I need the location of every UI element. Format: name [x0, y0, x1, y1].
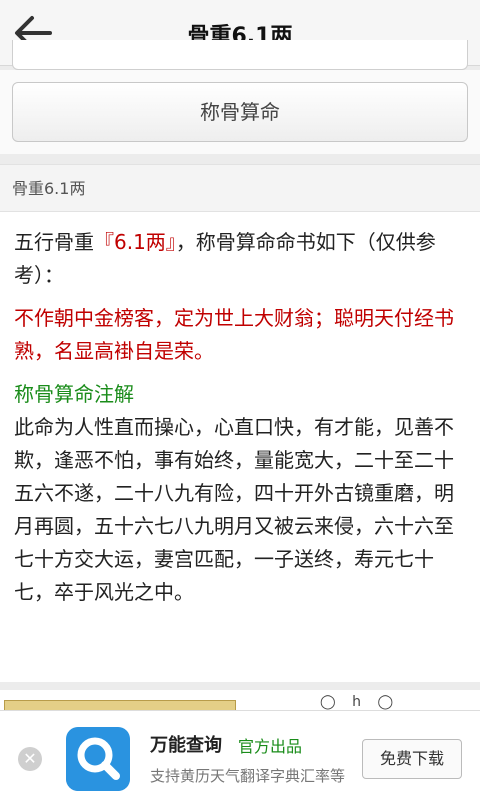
download-button[interactable]: 免费下载 — [362, 739, 462, 779]
partial-banner-image — [4, 700, 236, 710]
annotation-title: 称骨算命注解 — [14, 382, 134, 406]
ad-banner[interactable]: ✕ 万能查询 官方出品 支持黄历天气翻译字典汇率等 免费下载 — [0, 710, 480, 800]
ad-description: 支持黄历天气翻译字典汇率等 — [150, 767, 346, 785]
intro-weight: 『6.1两』 — [94, 230, 176, 254]
search-app-icon — [66, 727, 130, 791]
partial-sketch-image: ◯ h ◯ — [320, 694, 400, 710]
annotation-text: 此命为人性直而操心，心直口快，有才能，见善不欺，逢恶不怕，事有始终，量能宽大，二… — [14, 415, 454, 604]
result-intro: 五行骨重『6.1两』，称骨算命命书如下（仅供参考）： — [14, 226, 468, 292]
next-content-strip: ◯ h ◯ — [0, 690, 480, 710]
result-content: 五行骨重『6.1两』，称骨算命命书如下（仅供参考）： 不作朝中金榜客，定为世上大… — [0, 212, 480, 682]
intro-prefix: 五行骨重 — [14, 230, 94, 254]
section-heading: 骨重6.1两 — [0, 164, 480, 212]
calculate-button[interactable]: 称骨算命 — [12, 82, 468, 142]
previous-panel-edge — [12, 40, 468, 70]
ad-close-icon[interactable]: ✕ — [18, 747, 42, 771]
ad-tag: 官方出品 — [238, 737, 303, 756]
ad-app-name: 万能查询 — [150, 735, 222, 756]
fortune-poem: 不作朝中金榜客，定为世上大财翁；聪明天付经书熟，名显高褂自是荣。 — [14, 306, 454, 363]
action-area: 称骨算命 — [0, 70, 480, 154]
